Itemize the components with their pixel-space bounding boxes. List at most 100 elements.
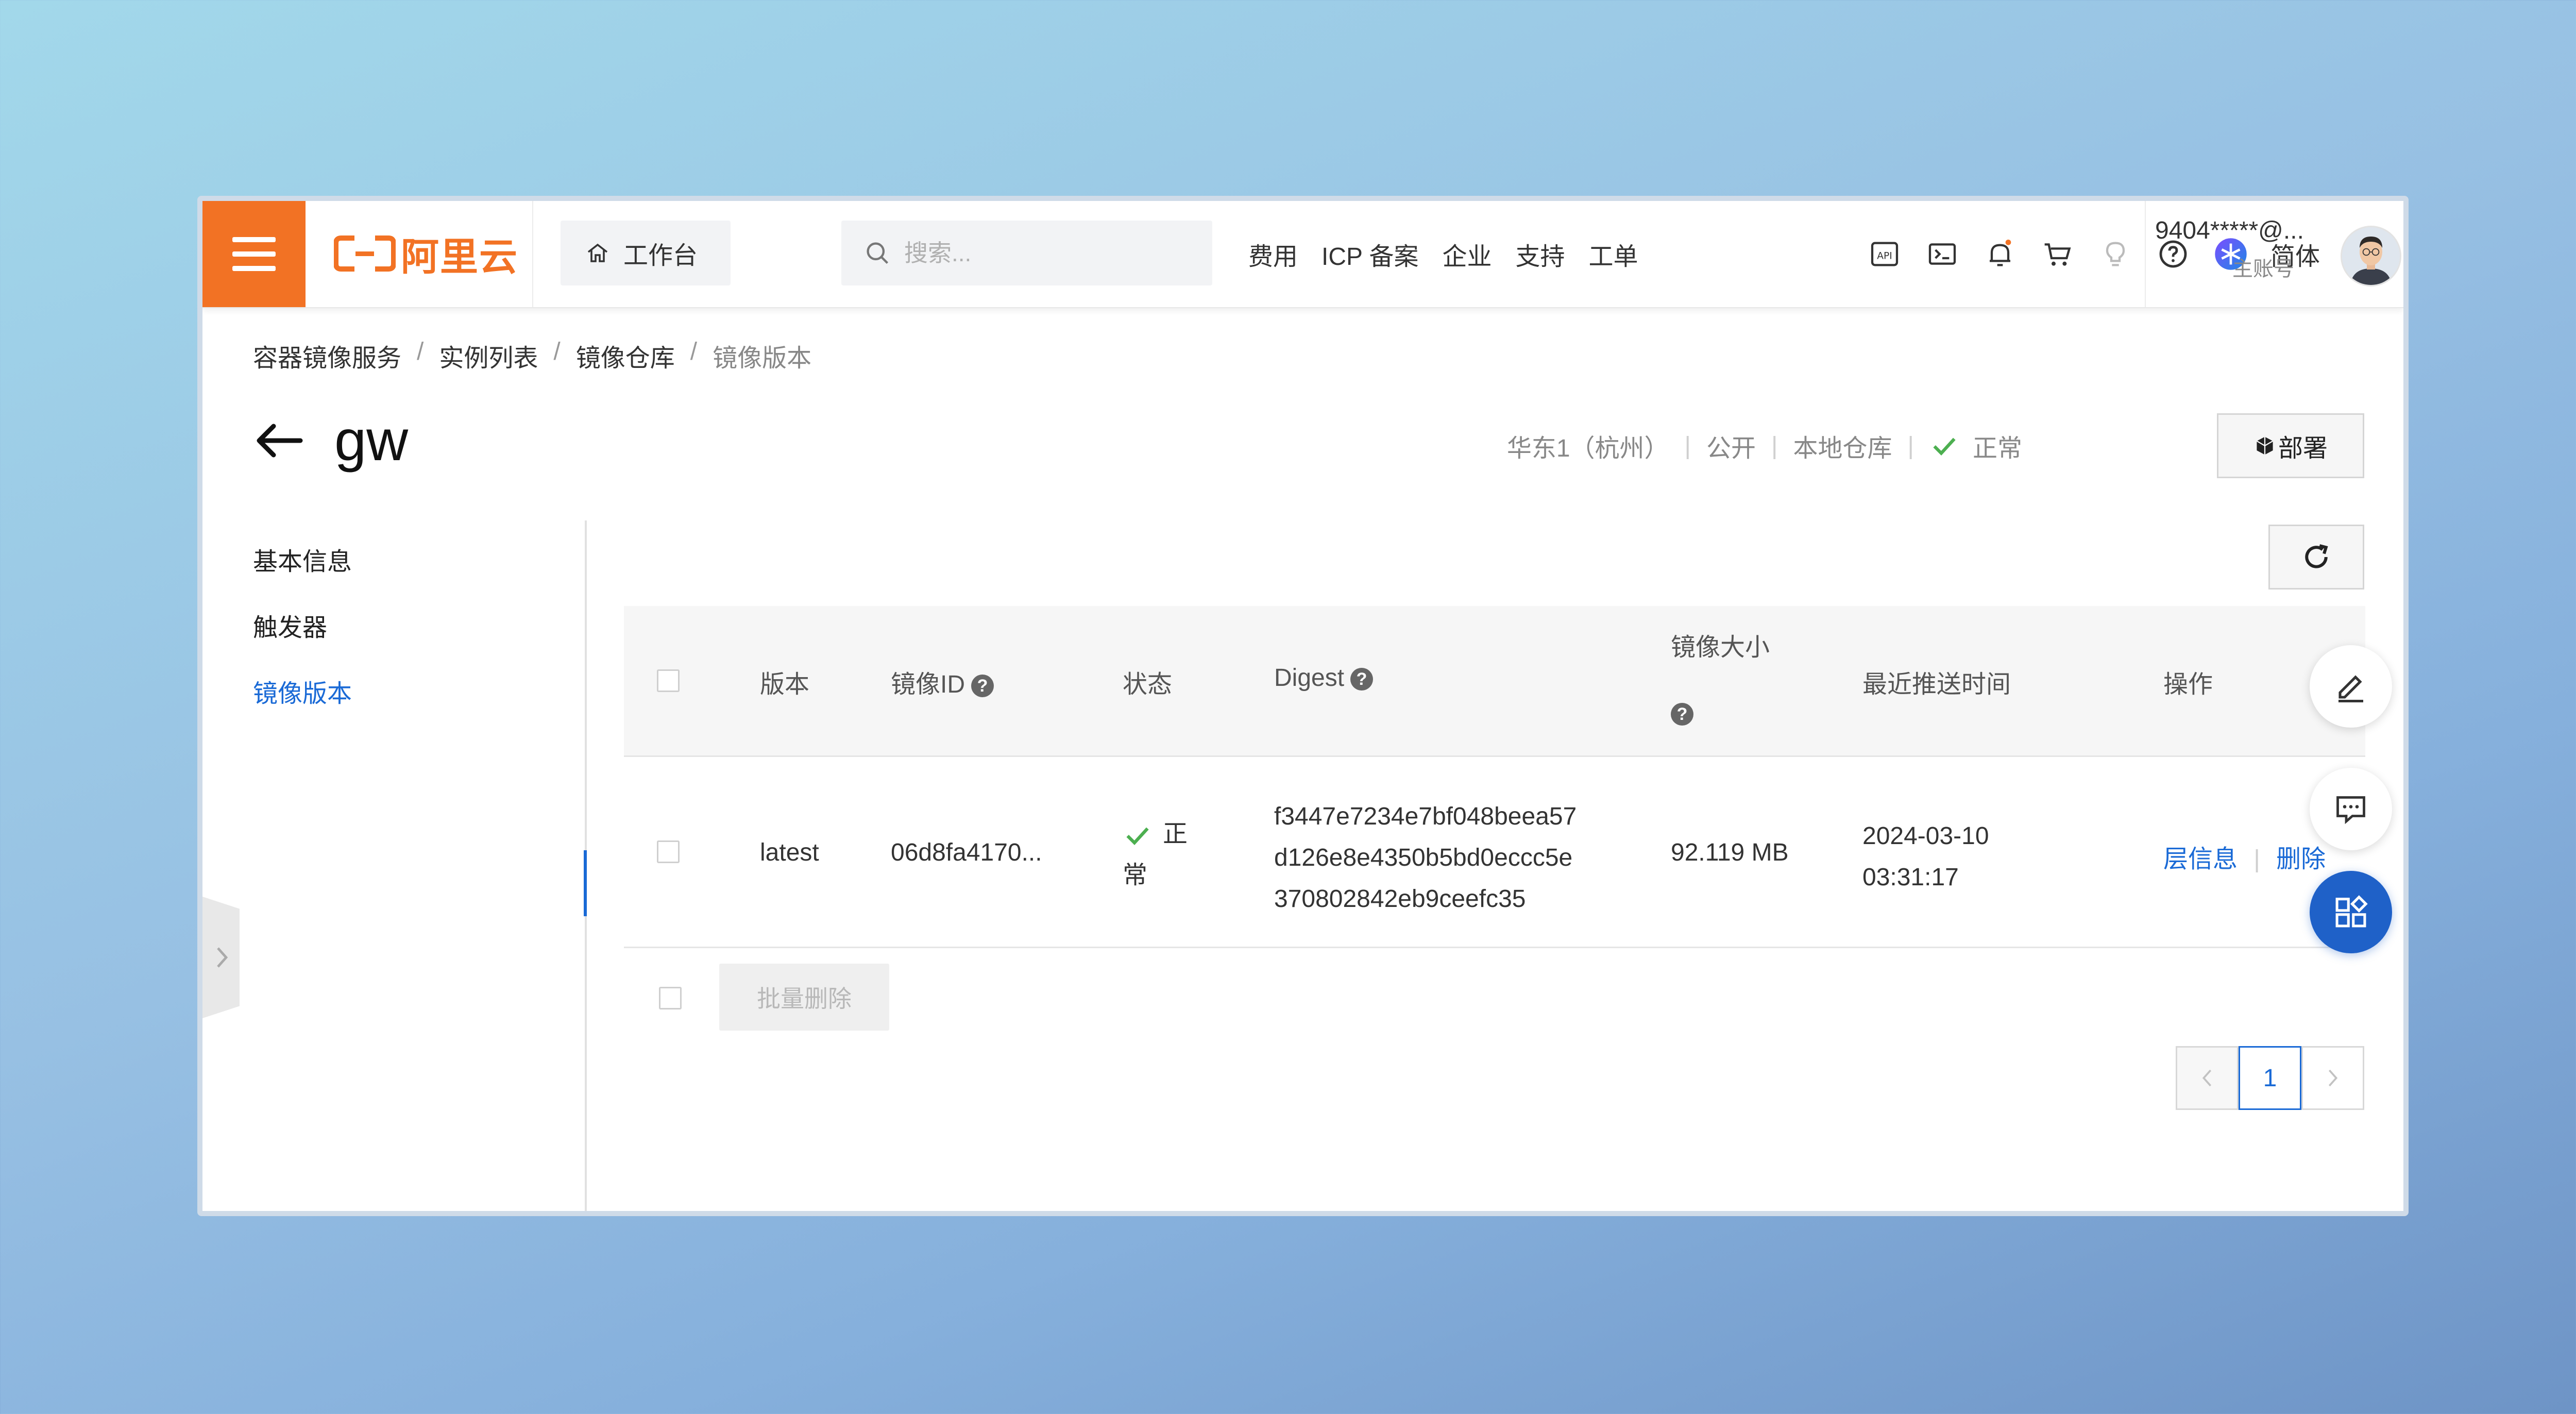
image-version-table: 版本 镜像ID? 状态 Digest? 镜像大小 ? 最近推送时间 操作 lat… bbox=[624, 606, 2365, 948]
app-launcher-button[interactable] bbox=[2310, 871, 2392, 953]
column-header-actions: 操作 bbox=[2163, 671, 2213, 698]
back-arrow-icon[interactable] bbox=[253, 420, 304, 461]
page-title: gw bbox=[334, 408, 409, 473]
column-header-digest: Digest? bbox=[1274, 664, 1374, 692]
meta-divider: | bbox=[1907, 432, 1914, 460]
console-window: 阿里云 工作台 费用 ICP 备案 企业 支持 工单 API bbox=[197, 196, 2409, 1216]
status-text: 正 bbox=[1163, 820, 1188, 848]
chat-button[interactable] bbox=[2310, 768, 2392, 850]
avatar[interactable] bbox=[2341, 226, 2401, 287]
digest: f3447e7234e7bf048beea57 d126e8e4350b5bd0… bbox=[1274, 796, 1577, 920]
breadcrumb-item-instances[interactable]: 实例列表 bbox=[439, 338, 538, 374]
chat-icon bbox=[2336, 796, 2365, 824]
breadcrumb-item-registry[interactable]: 容器镜像服务 bbox=[253, 338, 401, 374]
digest-line: d126e8e4350b5bd0eccc5e bbox=[1274, 844, 1573, 871]
sidenav-item-image-versions[interactable]: 镜像版本 bbox=[253, 673, 352, 709]
select-all-checkbox[interactable] bbox=[657, 669, 680, 692]
nav-link-fees[interactable]: 费用 bbox=[1248, 236, 1298, 272]
image-size: 92.119 MB bbox=[1671, 839, 1789, 866]
help-icon[interactable]: ? bbox=[1671, 703, 1693, 726]
version-tag: latest bbox=[760, 839, 819, 866]
meta-divider: | bbox=[1684, 432, 1691, 460]
sidenav-item-basic-info[interactable]: 基本信息 bbox=[253, 541, 352, 577]
deploy-label: 部署 bbox=[2278, 435, 2328, 462]
batch-select-checkbox[interactable] bbox=[659, 987, 682, 1009]
delete-link[interactable]: 删除 bbox=[2276, 846, 2326, 873]
batch-delete-button[interactable]: 批量删除 bbox=[719, 964, 889, 1031]
search-input[interactable] bbox=[903, 239, 1183, 267]
check-icon bbox=[1126, 827, 1149, 846]
row-checkbox[interactable] bbox=[657, 840, 680, 863]
column-header-digest-label: Digest bbox=[1274, 664, 1345, 692]
pushed-date: 2024-03-10 bbox=[1862, 822, 1989, 850]
svg-text:API: API bbox=[1877, 250, 1892, 261]
next-page-button[interactable] bbox=[2301, 1046, 2364, 1110]
account-role: 主账号 bbox=[2232, 258, 2294, 280]
column-header-status: 状态 bbox=[1123, 671, 1173, 698]
bell-icon[interactable] bbox=[1982, 236, 2018, 272]
chevron-left-icon bbox=[2202, 1069, 2212, 1087]
divider bbox=[2145, 201, 2146, 307]
edit-feedback-button[interactable] bbox=[2310, 645, 2392, 728]
sidenav-item-triggers[interactable]: 触发器 bbox=[253, 607, 327, 643]
active-indicator bbox=[584, 850, 587, 916]
sidebar-collapse-toggle[interactable] bbox=[202, 897, 240, 1018]
breadcrumb-separator: / bbox=[690, 338, 698, 365]
side-navigation: 基本信息 触发器 镜像版本 bbox=[202, 520, 587, 1211]
workbench-label: 工作台 bbox=[623, 242, 698, 270]
image-id: 06d8fa4170... bbox=[891, 839, 1042, 866]
row-actions: 层信息 | 删除 bbox=[2163, 838, 2326, 874]
breadcrumb-item-repositories[interactable]: 镜像仓库 bbox=[576, 338, 675, 374]
aliyun-logo[interactable]: 阿里云 bbox=[334, 233, 518, 278]
repo-type-label: 本地仓库 bbox=[1793, 435, 1892, 462]
digest-line: f3447e7234e7bf048beea57 bbox=[1274, 803, 1577, 830]
home-icon bbox=[587, 243, 608, 262]
menu-bar-icon bbox=[232, 266, 276, 271]
repo-meta: 华东1（杭州） | 公开 | 本地仓库 | 正常 bbox=[1507, 428, 2022, 464]
user-avatar-icon bbox=[2342, 227, 2400, 285]
menu-bar-icon bbox=[232, 237, 276, 242]
column-header-version: 版本 bbox=[760, 671, 810, 698]
status-text: 常 bbox=[1123, 862, 1148, 889]
divider bbox=[532, 201, 533, 307]
layer-info-link[interactable]: 层信息 bbox=[2163, 846, 2238, 873]
api-icon[interactable]: API bbox=[1867, 236, 1903, 272]
column-header-size: 镜像大小 bbox=[1671, 634, 1770, 661]
top-navigation-bar: 阿里云 工作台 费用 ICP 备案 企业 支持 工单 API bbox=[202, 201, 2403, 308]
account-id: 9404*****@... bbox=[2155, 217, 2304, 244]
help-icon[interactable]: ? bbox=[1350, 668, 1374, 691]
column-header-last-pushed: 最近推送时间 bbox=[1862, 671, 2011, 698]
deploy-button[interactable]: 部署 bbox=[2217, 413, 2364, 478]
status-label: 正常 bbox=[1972, 435, 2022, 462]
account-info[interactable]: 9404*****@... 主账号 bbox=[2155, 216, 2325, 282]
terminal-icon[interactable] bbox=[1924, 236, 1960, 272]
page-header: gw bbox=[253, 407, 408, 474]
prev-page-button[interactable] bbox=[2176, 1046, 2239, 1110]
nav-link-enterprise[interactable]: 企业 bbox=[1443, 236, 1492, 272]
refresh-button[interactable] bbox=[2268, 525, 2364, 590]
pushed-time: 03:31:17 bbox=[1862, 864, 1959, 891]
cart-icon[interactable] bbox=[2040, 236, 2076, 272]
breadcrumb-current: 镜像版本 bbox=[713, 345, 812, 372]
page-number[interactable]: 1 bbox=[2239, 1046, 2301, 1110]
row-status: 正 常 bbox=[1123, 814, 1188, 896]
search-box[interactable] bbox=[841, 221, 1212, 285]
breadcrumb-separator: / bbox=[417, 338, 424, 365]
hamburger-menu-button[interactable] bbox=[202, 201, 306, 307]
digest-line: 370802842eb9ceefc35 bbox=[1274, 885, 1526, 913]
cube-icon bbox=[2256, 436, 2274, 455]
table-row: latest 06d8fa4170... 正 常 f3447e7234e7bf0… bbox=[624, 757, 2365, 948]
nav-link-icp[interactable]: ICP 备案 bbox=[1321, 236, 1419, 272]
meta-divider: | bbox=[1771, 432, 1778, 460]
pencil-icon bbox=[2338, 675, 2363, 703]
lightbulb-icon[interactable] bbox=[2097, 236, 2133, 272]
chevron-right-icon bbox=[217, 947, 228, 968]
column-header-image-id-label: 镜像ID bbox=[891, 671, 965, 698]
nav-link-support[interactable]: 支持 bbox=[1516, 236, 1565, 272]
chevron-right-icon bbox=[2328, 1069, 2338, 1087]
nav-link-ticket[interactable]: 工单 bbox=[1589, 236, 1638, 272]
breadcrumb: 容器镜像服务 / 实例列表 / 镜像仓库 / 镜像版本 bbox=[253, 338, 811, 374]
workbench-button[interactable]: 工作台 bbox=[561, 221, 731, 285]
help-icon[interactable]: ? bbox=[971, 675, 994, 698]
check-icon bbox=[1933, 437, 1956, 456]
